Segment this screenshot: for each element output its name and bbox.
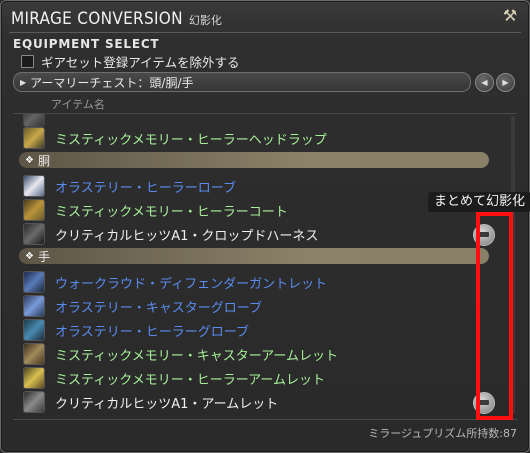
armlet-icon	[23, 391, 45, 413]
armlet-icon	[23, 343, 45, 365]
exclude-gearset-checkbox[interactable]	[21, 55, 34, 68]
footer-divider	[13, 419, 517, 420]
harness-icon	[23, 223, 45, 245]
section-title: EQUIPMENT SELECT	[13, 37, 160, 51]
window-title: MIRAGE CONVERSION	[11, 9, 183, 29]
category-label: 胴	[37, 153, 50, 168]
category-bar-body: ❖ 胴	[19, 152, 489, 168]
item-list: ミスティックメモリー・ヒーラーヘッドラップ ❖ 胴 オラステリー・ヒーラーローブ…	[15, 114, 509, 416]
window-title-jp: 幻影化	[188, 14, 222, 27]
category-label: 手	[37, 249, 50, 264]
item-name: クリティカルヒッツA1・アームレット	[55, 396, 279, 412]
exclude-gearset-label: ギアセット登録アイテムを除外する	[41, 55, 240, 70]
next-arrow-icon[interactable]: ▶	[496, 73, 515, 92]
list-item[interactable]: ミスティックメモリー・ヒーラーアームレット	[15, 366, 501, 390]
list-item[interactable]: クリティカルヒッツA1・クロップドハーネス	[15, 222, 501, 246]
gauntlet-icon	[23, 271, 45, 293]
exclude-gearset-row[interactable]: ギアセット登録アイテムを除外する	[21, 52, 240, 71]
category-diamond-icon: ❖	[25, 154, 34, 166]
titlebar: MIRAGE CONVERSION 幻影化	[11, 9, 222, 33]
glove-icon	[23, 295, 45, 317]
item-name: ミスティックメモリー・ヒーラーヘッドラップ	[55, 132, 327, 148]
list-item[interactable]: クリティカルヒッツA1・アームレット	[15, 390, 501, 414]
category-bar-hands: ❖ 手	[19, 248, 489, 264]
item-name: オラステリー・ヒーラーローブ	[55, 180, 236, 196]
item-name: ウォークラウド・ディフェンダーガントレット	[55, 276, 328, 292]
column-header-item-name: アイテム名	[51, 98, 105, 111]
prism-count: ミラージュプリズム所持数:87	[368, 427, 517, 440]
settings-gear-icon[interactable]: ⚒	[501, 7, 519, 25]
list-item[interactable]: オラステリー・キャスターグローブ	[15, 294, 501, 318]
inventory-dropdown[interactable]: ▶ アーマリーチェスト：頭/胴/手	[13, 72, 471, 92]
batch-glamour-tooltip: まとめて幻影化	[428, 192, 530, 212]
glove-icon	[23, 319, 45, 341]
prev-arrow-icon[interactable]: ◀	[475, 73, 494, 92]
robe-icon	[23, 175, 45, 197]
item-name: ミスティックメモリー・ヒーラーアームレット	[55, 372, 326, 388]
title-divider	[9, 32, 521, 33]
coat-icon	[23, 199, 45, 221]
dropdown-value: アーマリーチェスト：頭/胴/手	[30, 75, 194, 90]
headwrap-icon	[23, 127, 45, 149]
list-item[interactable]: ウォークラウド・ディフェンダーガントレット	[15, 270, 501, 294]
item-name: クリティカルヒッツA1・クロップドハーネス	[55, 228, 319, 244]
highlight-box	[476, 212, 513, 420]
mirage-conversion-window: MIRAGE CONVERSION 幻影化 ⚒ EQUIPMENT SELECT…	[0, 0, 530, 453]
list-item[interactable]: オラステリー・ヒーラーグローブ	[15, 318, 501, 342]
dropdown-triangle-icon: ▶	[20, 77, 27, 87]
item-name: ミスティックメモリー・キャスターアームレット	[55, 348, 339, 364]
armlet-icon	[23, 367, 45, 389]
item-name: オラステリー・ヒーラーグローブ	[55, 324, 249, 340]
category-diamond-icon: ❖	[25, 250, 34, 262]
item-name: ミスティックメモリー・ヒーラーコート	[55, 204, 288, 220]
item-name: オラステリー・キャスターグローブ	[55, 300, 262, 316]
list-item[interactable]: ミスティックメモリー・キャスターアームレット	[15, 342, 501, 366]
list-item[interactable]: ミスティックメモリー・ヒーラーヘッドラップ	[15, 126, 501, 150]
